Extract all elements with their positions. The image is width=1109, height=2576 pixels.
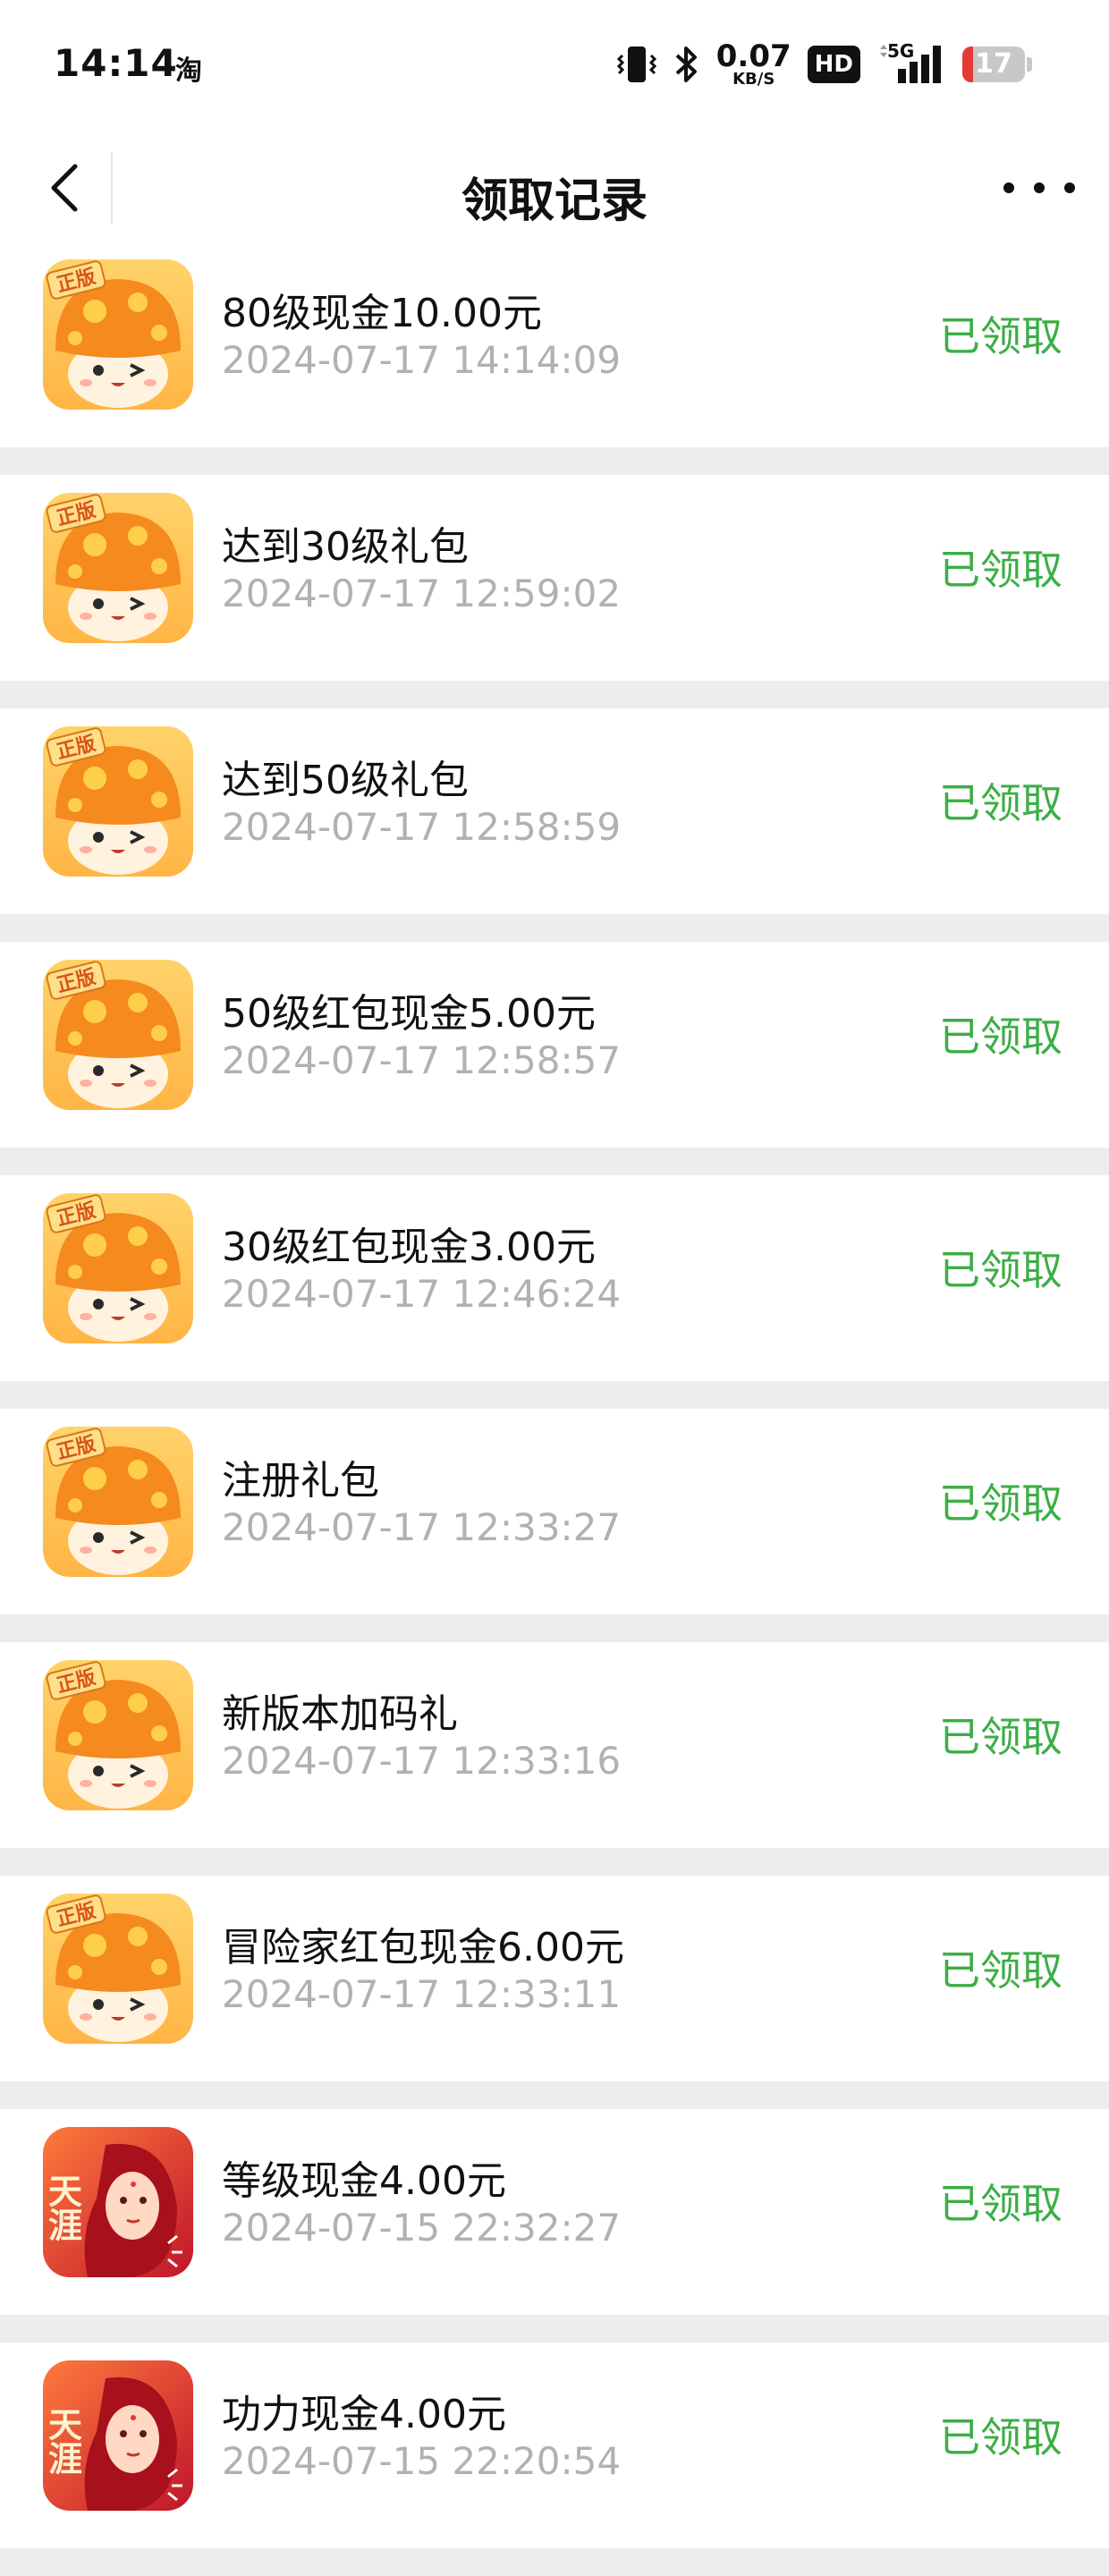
- record-row[interactable]: 正版 新版本加码礼 2024-07-17 12:33:16 已领取: [0, 1642, 1109, 1848]
- record-title: 30级红包现金3.00元: [222, 1224, 596, 1270]
- tianya-game-icon: 天涯: [43, 2360, 193, 2511]
- mushroom-game-icon: 正版: [43, 1894, 193, 2044]
- record-time: 2024-07-17 12:33:27: [222, 1505, 622, 1549]
- status-icons: 0.07 KB/S HD 5G 17: [616, 39, 1032, 89]
- nav-bar: 领取记录: [0, 134, 1109, 242]
- record-title: 等级现金4.00元: [222, 2158, 506, 2204]
- record-time: 2024-07-15 22:20:54: [222, 2439, 622, 2483]
- record-time: 2024-07-15 22:32:27: [222, 2206, 622, 2250]
- record-status: 已领取: [939, 2413, 1062, 2462]
- record-title: 新版本加码礼: [222, 1691, 458, 1737]
- mushroom-game-icon: 正版: [43, 259, 193, 410]
- record-row[interactable]: 正版 冒险家红包现金6.00元 2024-07-17 12:33:11 已领取: [0, 1876, 1109, 2081]
- battery-icon: 17: [962, 47, 1025, 82]
- record-time: 2024-07-17 12:58:59: [222, 805, 622, 849]
- mushroom-game-icon: 正版: [43, 1427, 193, 1577]
- status-bar: 14:14 淘 0.07 KB/S HD 5G 17: [0, 0, 1109, 134]
- taobao-notification-icon: 淘: [175, 55, 202, 87]
- record-time: 2024-07-17 12:33:16: [222, 1739, 622, 1783]
- signal-icon: 5G: [876, 40, 943, 85]
- record-row[interactable]: 天涯 功力现金4.00元 2024-07-15 22:20:54 已领取: [0, 2343, 1109, 2548]
- tianya-game-icon: 天涯: [43, 2127, 193, 2277]
- record-title: 达到30级礼包: [222, 524, 469, 570]
- battery-cap: [1027, 57, 1032, 72]
- record-time: 2024-07-17 12:33:11: [222, 1972, 622, 2016]
- record-time: 2024-07-17 12:59:02: [222, 572, 622, 615]
- record-status: 已领取: [939, 779, 1062, 827]
- record-status: 已领取: [939, 2180, 1062, 2228]
- more-dots-icon: [1003, 182, 1014, 193]
- mushroom-game-icon: 正版: [43, 1193, 193, 1343]
- record-row[interactable]: 正版 达到30级礼包 2024-07-17 12:59:02 已领取: [0, 475, 1109, 681]
- record-status: 已领取: [939, 1013, 1062, 1061]
- record-status: 已领取: [939, 1713, 1062, 1761]
- mushroom-game-icon: 正版: [43, 960, 193, 1110]
- network-speed: 0.07 KB/S: [715, 38, 792, 89]
- hd-badge: HD: [807, 46, 860, 83]
- record-row[interactable]: 正版 30级红包现金3.00元 2024-07-17 12:46:24 已领取: [0, 1175, 1109, 1381]
- record-row[interactable]: 正版 80级现金10.00元 2024-07-17 14:14:09 已领取: [0, 242, 1109, 447]
- status-time: 14:14: [54, 41, 178, 85]
- record-title: 功力现金4.00元: [222, 2392, 506, 2437]
- record-list: 正版 80级现金10.00元 2024-07-17 14:14:09 已领取 正版 …: [0, 242, 1109, 2576]
- record-title: 达到50级礼包: [222, 758, 469, 803]
- more-button[interactable]: [1003, 161, 1075, 215]
- record-status: 已领取: [939, 1479, 1062, 1528]
- record-status: 已领取: [939, 1946, 1062, 1995]
- icon-badge-text: 天涯: [43, 2174, 83, 2241]
- record-title: 50级红包现金5.00元: [222, 991, 596, 1037]
- record-time: 2024-07-17 14:14:09: [222, 338, 622, 382]
- record-title: 80级现金10.00元: [222, 291, 542, 336]
- mushroom-game-icon: 正版: [43, 1660, 193, 1810]
- record-status: 已领取: [939, 312, 1062, 360]
- record-title: 冒险家红包现金6.00元: [222, 1925, 624, 1970]
- vibrate-icon: [616, 47, 656, 82]
- record-status: 已领取: [939, 546, 1062, 594]
- record-title: 注册礼包: [222, 1458, 379, 1504]
- mushroom-game-icon: 正版: [43, 493, 193, 643]
- record-time: 2024-07-17 12:46:24: [222, 1272, 622, 1316]
- record-row[interactable]: 天涯 等级现金4.00元 2024-07-15 22:32:27 已领取: [0, 2109, 1109, 2315]
- mushroom-game-icon: 正版: [43, 726, 193, 877]
- record-row[interactable]: 正版 注册礼包 2024-07-17 12:33:27 已领取: [0, 1409, 1109, 1614]
- record-status: 已领取: [939, 1246, 1062, 1294]
- record-row[interactable]: 正版 达到50级礼包 2024-07-17 12:58:59 已领取: [0, 708, 1109, 914]
- page-title: 领取记录: [461, 174, 648, 228]
- record-row[interactable]: 正版 50级红包现金5.00元 2024-07-17 12:58:57 已领取: [0, 942, 1109, 1148]
- bluetooth-icon: [675, 47, 697, 82]
- icon-badge-text: 天涯: [43, 2407, 83, 2475]
- record-time: 2024-07-17 12:58:57: [222, 1038, 622, 1082]
